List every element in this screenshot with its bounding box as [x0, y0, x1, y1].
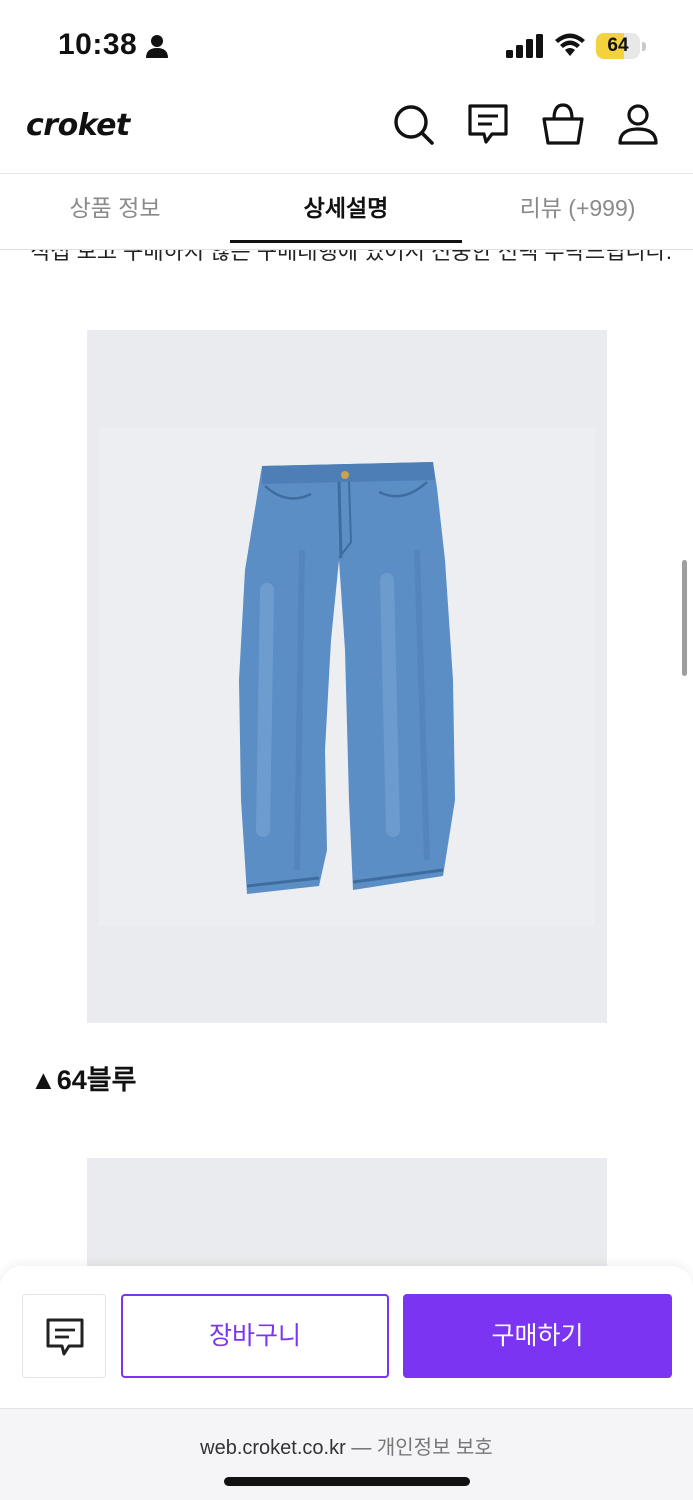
croket-logo[interactable]: croket — [26, 108, 130, 143]
tab-description[interactable]: 상세설명 — [230, 174, 462, 244]
home-indicator[interactable] — [224, 1477, 470, 1486]
battery-indicator: 64 — [596, 33, 646, 59]
buy-now-button[interactable]: 구매하기 — [403, 1294, 672, 1378]
scrollbar[interactable] — [682, 560, 687, 676]
product-image-next — [87, 1158, 607, 1266]
active-tab-indicator — [230, 240, 462, 243]
url-text: web.croket.co.kr — [200, 1437, 346, 1459]
tab-product-info[interactable]: 상품 정보 — [0, 174, 230, 244]
description-text: 직접 보고 구매하지 않은 구매대행에 있어서 신중한 선택 부탁드립니다. — [30, 250, 670, 264]
product-tabs: 상품 정보 상세설명 리뷰 (+999) — [0, 174, 693, 250]
color-caption: ▲64블루 — [30, 1065, 137, 1095]
product-image — [87, 330, 607, 1023]
chat-button[interactable] — [22, 1294, 106, 1378]
search-icon[interactable] — [391, 102, 435, 146]
url-separator: — — [351, 1437, 377, 1459]
chat-icon[interactable] — [466, 102, 510, 146]
privacy-label: 개인정보 보호 — [376, 1437, 493, 1459]
status-time: 10:38 — [58, 28, 138, 61]
battery-level: 64 — [607, 35, 629, 56]
purchase-bar: 장바구니 구매하기 — [0, 1266, 693, 1408]
wifi-icon — [554, 32, 586, 58]
add-to-cart-button[interactable]: 장바구니 — [121, 1294, 389, 1378]
jeans-illustration — [87, 330, 607, 1023]
address-bar[interactable]: web.croket.co.kr — 개인정보 보호 — [0, 1431, 693, 1460]
basket-icon[interactable] — [541, 102, 585, 146]
person-icon — [146, 34, 168, 58]
app-header: croket — [0, 90, 693, 174]
browser-bar: web.croket.co.kr — 개인정보 보호 — [0, 1408, 693, 1500]
product-description: 직접 보고 구매하지 않은 구매대행에 있어서 신중한 선택 부탁드립니다. ▲… — [0, 250, 693, 1266]
status-bar: 10:38 64 — [0, 0, 693, 90]
user-icon[interactable] — [616, 102, 660, 146]
chat-icon — [46, 1318, 84, 1356]
tab-reviews[interactable]: 리뷰 (+999) — [462, 174, 693, 244]
cellular-signal-icon — [506, 34, 544, 58]
